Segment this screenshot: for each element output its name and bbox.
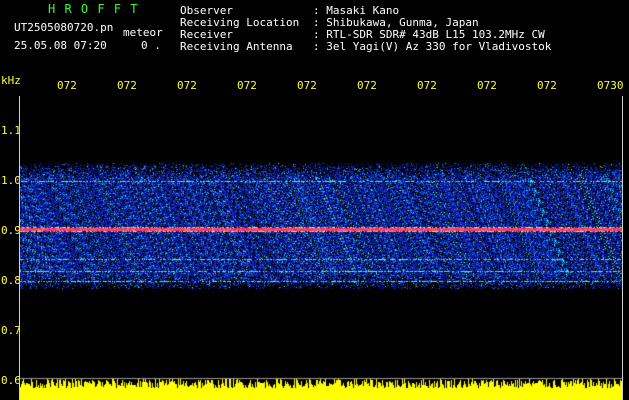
x-tick: 072	[357, 79, 377, 92]
y-tick: 0.9	[1, 224, 21, 237]
spectrogram-canvas	[20, 96, 622, 400]
counter: 0 .	[141, 39, 161, 52]
y-axis-unit: kHz	[1, 74, 21, 87]
x-tick: 072	[477, 79, 497, 92]
antenna-label: Receiving Antenna	[180, 40, 293, 53]
mode-label: meteor	[123, 26, 163, 39]
x-tick: 072	[537, 79, 557, 92]
x-tick: 072	[117, 79, 137, 92]
date-time: 25.05.08 07:20	[14, 39, 107, 52]
receiver-label: Receiver	[180, 28, 233, 41]
y-tick: 1.0	[1, 174, 21, 187]
antenna-value: : 3el Yagi(V) Az 330 for Vladivostok	[313, 40, 552, 53]
y-tick: 0.8	[1, 274, 21, 287]
x-tick: 0730	[597, 79, 624, 92]
observer-value: : Masaki Kano	[313, 4, 400, 17]
y-tick: 1.1	[1, 124, 21, 137]
file-name: UT2505080720.pn	[14, 21, 114, 34]
x-tick: 072	[417, 79, 437, 92]
y-tick: 0.7	[1, 324, 21, 337]
observer-label: Observer	[180, 4, 233, 17]
x-tick: 072	[237, 79, 257, 92]
x-tick: 072	[57, 79, 77, 92]
location-value: : Shibukawa, Gunma, Japan	[313, 16, 479, 29]
app-logo: H R O F F T	[48, 2, 139, 16]
x-tick: 072	[297, 79, 317, 92]
receiver-value: : RTL-SDR SDR# 43dB L15 103.2MHz CW	[313, 28, 545, 41]
location-label: Receiving Location	[180, 16, 300, 29]
plot-right-border	[622, 96, 623, 400]
x-tick: 072	[177, 79, 197, 92]
hrofft-window: H R O F F T UT2505080720.pn meteor 25.05…	[0, 0, 629, 400]
spectrogram-plot	[20, 96, 622, 400]
y-tick: 0.6	[1, 374, 21, 387]
